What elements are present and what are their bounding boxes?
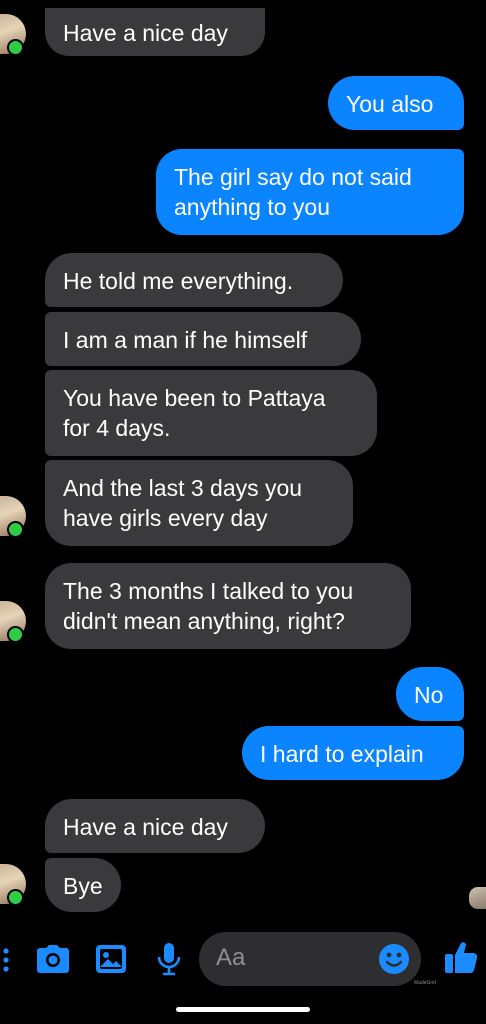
message-bubble-outgoing[interactable]: I hard to explain <box>242 726 464 780</box>
camera-icon[interactable] <box>36 944 70 979</box>
message-bubble-incoming[interactable]: Have a nice day <box>45 8 265 56</box>
emoji-icon[interactable] <box>378 943 410 980</box>
message-bubble-outgoing[interactable]: The girl say do not said anything to you <box>156 149 464 235</box>
microphone-icon[interactable] <box>156 942 182 981</box>
message-bubble-outgoing[interactable]: No <box>396 667 464 721</box>
more-icon[interactable] <box>3 948 9 977</box>
message-bubble-incoming[interactable]: I am a man if he himself <box>45 312 361 366</box>
message-input-placeholder: Aa <box>216 944 246 971</box>
contact-avatar[interactable] <box>0 14 26 56</box>
message-bubble-incoming[interactable]: You have been to Pattaya for 4 days. <box>45 370 377 456</box>
message-bubble-incoming[interactable]: And the last 3 days you have girls every… <box>45 460 353 546</box>
home-indicator[interactable] <box>176 1007 310 1012</box>
chat-screen: Have a nice day You also The girl say do… <box>0 0 486 1024</box>
message-bubble-incoming[interactable]: Have a nice day <box>45 799 265 853</box>
message-bubble-incoming[interactable]: He told me everything. <box>45 253 343 307</box>
message-bubble-incoming[interactable]: Bye <box>45 858 121 912</box>
contact-avatar[interactable] <box>0 864 26 906</box>
gallery-icon[interactable] <box>95 944 127 979</box>
contact-avatar[interactable] <box>0 601 26 643</box>
like-thumb-icon[interactable] <box>444 940 478 979</box>
read-receipt-avatar <box>469 887 486 909</box>
message-bubble-outgoing[interactable]: You also <box>328 76 464 130</box>
message-bubble-incoming[interactable]: The 3 months I talked to you didn't mean… <box>45 563 411 649</box>
watermark: MadeGrid <box>414 980 436 986</box>
contact-avatar[interactable] <box>0 496 26 538</box>
